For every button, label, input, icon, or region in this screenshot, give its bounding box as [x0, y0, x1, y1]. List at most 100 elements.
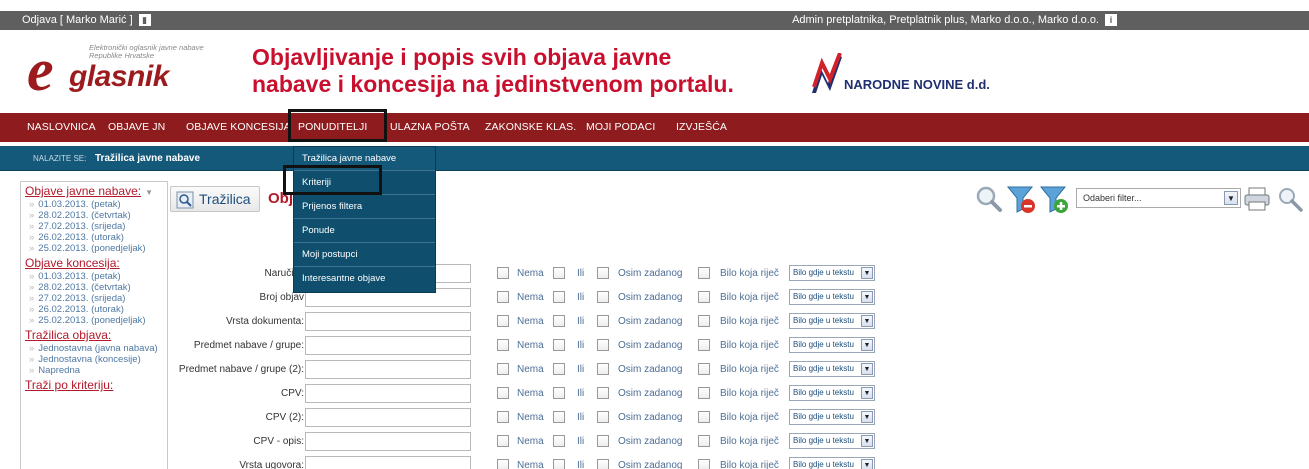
nema-checkbox[interactable]	[497, 435, 509, 447]
osim-checkbox[interactable]	[597, 411, 609, 423]
osim-checkbox[interactable]	[597, 267, 609, 279]
bilo-checkbox[interactable]	[698, 459, 710, 469]
chevron-down-icon[interactable]: ▼	[861, 291, 873, 303]
door-icon[interactable]: ▮	[138, 14, 151, 26]
chevron-down-icon[interactable]: ▼	[861, 411, 873, 423]
filter-remove-icon[interactable]	[1005, 183, 1037, 215]
scope-select-value: Bilo gdje u tekstu	[793, 364, 854, 373]
ili-checkbox[interactable]	[553, 435, 565, 447]
scope-select[interactable]: Bilo gdje u tekstu ▼	[789, 457, 875, 469]
criteria-input[interactable]	[305, 432, 471, 451]
chevron-down-icon[interactable]: ▼	[861, 459, 873, 469]
criteria-input[interactable]	[305, 336, 471, 355]
criteria-input[interactable]	[305, 408, 471, 427]
bilo-checkbox[interactable]	[698, 291, 710, 303]
scope-select[interactable]: Bilo gdje u tekstu ▼	[789, 409, 875, 425]
logo-e: e	[27, 37, 54, 103]
nav-izvjesca[interactable]: IZVJEŠĆA	[676, 121, 727, 133]
sidebar-item[interactable]: » 26.02.2013. (utorak)	[21, 232, 167, 243]
ili-checkbox[interactable]	[553, 339, 565, 351]
scope-select[interactable]: Bilo gdje u tekstu ▼	[789, 385, 875, 401]
criteria-label: CPV - opis:	[253, 436, 304, 447]
filter-select[interactable]: Odaberi filter... ▼	[1076, 188, 1241, 208]
nema-checkbox[interactable]	[497, 267, 509, 279]
filter-add-icon[interactable]	[1038, 183, 1070, 215]
ili-checkbox[interactable]	[553, 411, 565, 423]
nema-checkbox[interactable]	[497, 411, 509, 423]
ili-checkbox[interactable]	[553, 315, 565, 327]
nav-naslovnica[interactable]: NASLOVNICA	[27, 121, 96, 133]
scope-select[interactable]: Bilo gdje u tekstu ▼	[789, 289, 875, 305]
criteria-input[interactable]	[305, 312, 471, 331]
nav-objave-jn[interactable]: OBJAVE JN	[108, 121, 165, 133]
scope-select[interactable]: Bilo gdje u tekstu ▼	[789, 433, 875, 449]
bilo-checkbox[interactable]	[698, 267, 710, 279]
bilo-checkbox[interactable]	[698, 339, 710, 351]
bilo-checkbox[interactable]	[698, 435, 710, 447]
breadcrumb-current[interactable]: Tražilica javne nabave	[95, 153, 200, 164]
scope-select-value: Bilo gdje u tekstu	[793, 388, 854, 397]
chevron-down-icon[interactable]: ▼	[861, 339, 873, 351]
ili-checkbox[interactable]	[553, 267, 565, 279]
nema-label: Nema	[517, 268, 544, 279]
menu-item-prijenos-filtera[interactable]: Prijenos filtera	[294, 195, 435, 219]
chevron-down-icon[interactable]: ▼	[861, 363, 873, 375]
osim-checkbox[interactable]	[597, 387, 609, 399]
chevron-down-icon[interactable]: ▼	[861, 387, 873, 399]
nema-checkbox[interactable]	[497, 315, 509, 327]
osim-checkbox[interactable]	[597, 339, 609, 351]
nema-checkbox[interactable]	[497, 291, 509, 303]
ili-checkbox[interactable]	[553, 363, 565, 375]
criteria-input[interactable]	[305, 360, 471, 379]
zoom-settings-icon[interactable]	[1276, 185, 1304, 213]
sidebar-item[interactable]: » 25.02.2013. (ponedjeljak)	[21, 243, 167, 254]
eoglasnik-logo[interactable]: e Elektronički oglasnik javne nabave Rep…	[27, 40, 237, 102]
print-icon[interactable]	[1243, 185, 1271, 213]
scope-select[interactable]: Bilo gdje u tekstu ▼	[789, 313, 875, 329]
ili-checkbox[interactable]	[553, 459, 565, 469]
bilo-checkbox[interactable]	[698, 387, 710, 399]
nav-moji-podaci[interactable]: MOJI PODACI	[586, 121, 655, 133]
bilo-checkbox[interactable]	[698, 315, 710, 327]
scope-select[interactable]: Bilo gdje u tekstu ▼	[789, 361, 875, 377]
sidebar-item[interactable]: » 28.02.2013. (četvrtak)	[21, 210, 167, 221]
narodne-novine-logo[interactable]: NARODNE NOVINE d.d.	[810, 53, 1030, 97]
nav-objave-koncesija[interactable]: OBJAVE KONCESIJA	[186, 121, 291, 133]
ili-checkbox[interactable]	[553, 291, 565, 303]
menu-item-interesantne-objave[interactable]: Interesantne objave	[294, 267, 435, 291]
scope-select[interactable]: Bilo gdje u tekstu ▼	[789, 265, 875, 281]
info-icon[interactable]: i	[1105, 14, 1117, 26]
bilo-checkbox[interactable]	[698, 363, 710, 375]
nav-ulazna-posta[interactable]: ULAZNA POŠTA	[390, 121, 470, 133]
menu-item-ponude[interactable]: Ponude	[294, 219, 435, 243]
chevron-down-icon[interactable]: ▼	[861, 435, 873, 447]
chevron-down-icon[interactable]: ▼	[145, 188, 153, 197]
chevron-down-icon[interactable]: ▼	[1224, 191, 1238, 205]
chevron-down-icon[interactable]: ▼	[861, 315, 873, 327]
sidebar-item[interactable]: » 01.03.2013. (petak)	[21, 199, 167, 210]
criteria-input[interactable]	[305, 384, 471, 403]
criteria-input[interactable]	[305, 456, 471, 469]
logout-link[interactable]: Odjava [ Marko Marić ]	[22, 14, 133, 26]
nav-zakonske-klas[interactable]: ZAKONSKE KLAS.	[485, 121, 576, 133]
sidebar-item[interactable]: » 27.02.2013. (srijeda)	[21, 221, 167, 232]
partner-name: NARODNE NOVINE d.d.	[844, 77, 990, 92]
nema-checkbox[interactable]	[497, 363, 509, 375]
osim-checkbox[interactable]	[597, 459, 609, 469]
osim-checkbox[interactable]	[597, 435, 609, 447]
osim-checkbox[interactable]	[597, 363, 609, 375]
ili-checkbox[interactable]	[553, 387, 565, 399]
bilo-checkbox[interactable]	[698, 411, 710, 423]
nema-checkbox[interactable]	[497, 387, 509, 399]
chevron-down-icon[interactable]: ▼	[861, 267, 873, 279]
nema-checkbox[interactable]	[497, 339, 509, 351]
scope-select[interactable]: Bilo gdje u tekstu ▼	[789, 337, 875, 353]
magnifier-icon[interactable]	[973, 183, 1005, 215]
osim-checkbox[interactable]	[597, 315, 609, 327]
menu-item-moji-postupci[interactable]: Moji postupci	[294, 243, 435, 267]
osim-checkbox[interactable]	[597, 291, 609, 303]
nema-checkbox[interactable]	[497, 459, 509, 469]
search-button[interactable]: Tražilica	[170, 186, 260, 212]
criteria-label: Broj objav	[259, 292, 304, 303]
sidebar-heading-objave-jn[interactable]: Objave javne nabave: ▼	[21, 182, 167, 199]
